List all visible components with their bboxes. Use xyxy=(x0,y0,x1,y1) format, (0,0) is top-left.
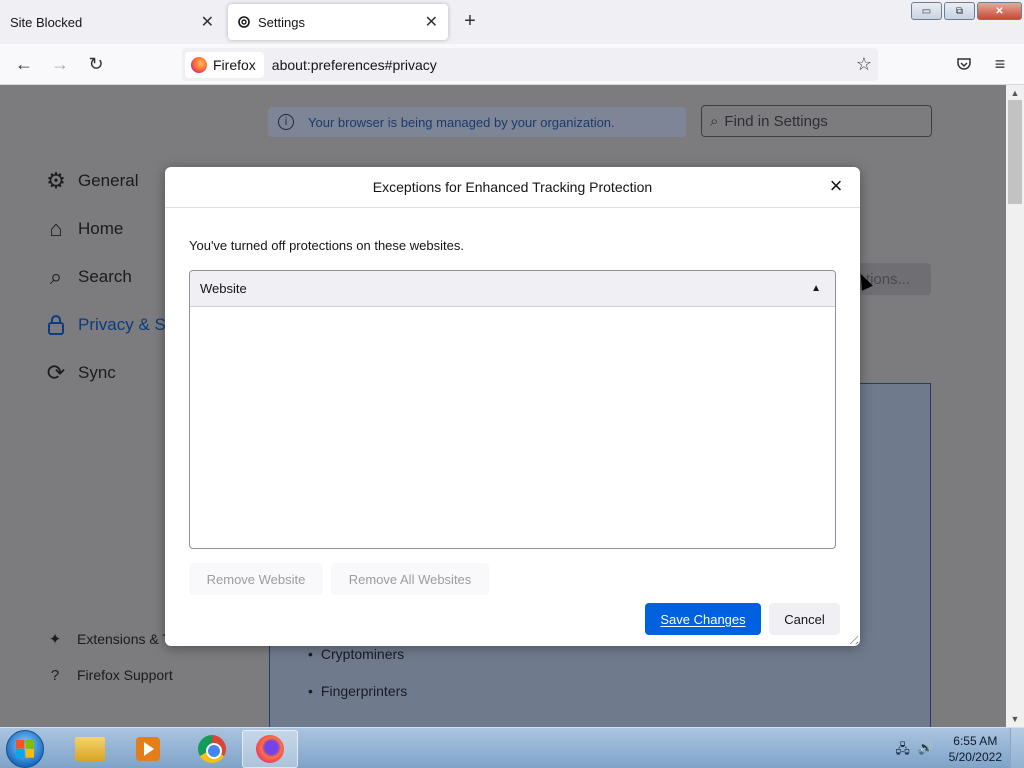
sidebar-item-extensions[interactable]: ✦ Extensions & T xyxy=(46,630,171,648)
sidebar-item-label: General xyxy=(78,171,139,190)
sidebar-item-search[interactable]: ⌕ Search xyxy=(44,264,132,289)
search-icon: ⌕ xyxy=(710,112,719,130)
navigation-bar: ← → ↻ Firefox about:preferences#privacy … xyxy=(0,44,1024,85)
tab-strip: Site Blocked ✕ Settings ✕ + ▭ ⧉ ✕ xyxy=(0,0,1024,44)
puzzle-icon: ✦ xyxy=(48,631,62,648)
close-icon[interactable]: × xyxy=(826,175,846,197)
clock-date: 5/20/2022 xyxy=(948,750,1002,764)
resize-grip[interactable] xyxy=(846,632,858,644)
sidebar-item-sync[interactable]: ⟳ Sync xyxy=(44,360,116,385)
sidebar-item-general[interactable]: ⚙ General xyxy=(44,168,139,193)
new-tab-button[interactable]: + xyxy=(460,10,480,33)
sidebar-item-support[interactable]: ? Firefox Support xyxy=(46,666,173,684)
sidebar-item-label: Firefox Support xyxy=(77,667,173,683)
sync-icon: ⟳ xyxy=(46,360,66,385)
scroll-down-icon[interactable]: ▼ xyxy=(1006,712,1024,726)
sidebar-item-label: Extensions & T xyxy=(77,631,171,647)
identity-box[interactable]: Firefox xyxy=(185,51,264,78)
taskbar: 🖧 🔊 6:55 AM 5/20/2022 xyxy=(0,727,1024,768)
menu-icon[interactable]: ≡ xyxy=(988,52,1012,76)
home-icon: ⌂ xyxy=(49,216,63,241)
gear-icon: ⚙ xyxy=(46,168,66,193)
column-label: Website xyxy=(200,281,247,296)
scroll-up-icon[interactable]: ▲ xyxy=(1006,86,1024,100)
back-button[interactable]: ← xyxy=(12,52,36,76)
reload-button[interactable]: ↻ xyxy=(84,52,108,76)
close-window-button[interactable]: ✕ xyxy=(977,2,1022,20)
identity-label: Firefox xyxy=(213,56,256,73)
windows-logo-icon xyxy=(16,740,34,758)
website-column-header[interactable]: Website ▲ xyxy=(190,271,835,307)
system-tray: 🖧 🔊 xyxy=(895,740,934,762)
show-desktop-button[interactable] xyxy=(1010,728,1024,768)
tab-label: Site Blocked xyxy=(10,14,83,30)
save-changes-button[interactable]: Save Changes xyxy=(645,603,761,635)
window-controls: ▭ ⧉ ✕ xyxy=(911,2,1022,20)
start-button[interactable] xyxy=(6,730,44,768)
find-in-settings-input[interactable]: ⌕ Find in Settings xyxy=(701,105,932,137)
restore-button[interactable]: ⧉ xyxy=(944,2,975,20)
dialog-header: Exceptions for Enhanced Tracking Protect… xyxy=(165,167,860,208)
sidebar-item-home[interactable]: ⌂ Home xyxy=(44,216,124,241)
taskbar-media-player[interactable] xyxy=(120,730,176,768)
gear-icon xyxy=(238,16,250,28)
managed-notice-text: Your browser is being managed by your or… xyxy=(308,114,615,130)
tab-settings[interactable]: Settings ✕ xyxy=(228,4,448,40)
sidebar-item-label: Search xyxy=(78,267,132,286)
sidebar-item-label: Privacy & Se xyxy=(78,315,176,334)
sidebar-item-label: Sync xyxy=(78,363,116,382)
taskbar-firefox[interactable] xyxy=(242,730,298,768)
list-item: Fingerprinters xyxy=(308,683,407,699)
page-scrollbar[interactable]: ▲ ▼ xyxy=(1006,85,1024,727)
taskbar-chrome[interactable] xyxy=(184,730,240,768)
network-icon[interactable]: 🖧 xyxy=(895,740,910,762)
volume-icon[interactable]: 🔊 xyxy=(918,740,934,762)
url-bar[interactable]: Firefox about:preferences#privacy ☆ xyxy=(182,48,878,81)
lock-icon xyxy=(44,313,68,337)
firefox-icon xyxy=(256,735,284,763)
taskbar-explorer[interactable] xyxy=(62,730,118,768)
folder-icon xyxy=(75,737,105,761)
pocket-icon[interactable] xyxy=(952,52,976,76)
sidebar-item-label: Home xyxy=(78,219,124,238)
clock-time: 6:55 AM xyxy=(953,734,998,748)
close-tab-icon[interactable]: ✕ xyxy=(425,12,438,32)
chrome-icon xyxy=(198,735,226,763)
url-text[interactable]: about:preferences#privacy xyxy=(272,57,437,73)
help-icon: ? xyxy=(50,666,60,684)
search-icon: ⌕ xyxy=(49,264,63,289)
managed-notice[interactable]: i Your browser is being managed by your … xyxy=(268,107,686,137)
bullet-text: Fingerprinters xyxy=(320,683,408,699)
info-icon: i xyxy=(278,114,294,130)
sort-ascending-icon: ▲ xyxy=(811,283,821,294)
tab-label: Settings xyxy=(258,14,305,30)
tab-site-blocked[interactable]: Site Blocked ✕ xyxy=(0,0,224,44)
bullet-text: Cryptominers xyxy=(320,646,405,662)
dialog-description: You've turned off protections on these w… xyxy=(189,238,464,253)
minimize-button[interactable]: ▭ xyxy=(911,2,942,20)
find-placeholder: Find in Settings xyxy=(724,112,828,130)
websites-table[interactable]: Website ▲ xyxy=(189,270,836,549)
close-tab-icon[interactable]: ✕ xyxy=(201,12,214,32)
dialog-title: Exceptions for Enhanced Tracking Protect… xyxy=(372,179,653,195)
sidebar-item-privacy[interactable]: Privacy & Se xyxy=(44,313,175,337)
exceptions-dialog: Exceptions for Enhanced Tracking Protect… xyxy=(165,167,860,646)
forward-button[interactable]: → xyxy=(48,52,72,76)
remove-all-websites-button[interactable]: Remove All Websites xyxy=(331,563,489,595)
list-item: Cryptominers xyxy=(308,646,404,662)
clock[interactable]: 6:55 AM 5/20/2022 xyxy=(949,733,1002,765)
media-player-icon xyxy=(136,737,160,761)
cancel-button[interactable]: Cancel xyxy=(769,603,840,635)
scroll-thumb[interactable] xyxy=(1008,100,1022,204)
bookmark-star-icon[interactable]: ☆ xyxy=(856,54,872,75)
firefox-logo-icon xyxy=(191,56,207,73)
remove-website-button[interactable]: Remove Website xyxy=(189,563,323,595)
